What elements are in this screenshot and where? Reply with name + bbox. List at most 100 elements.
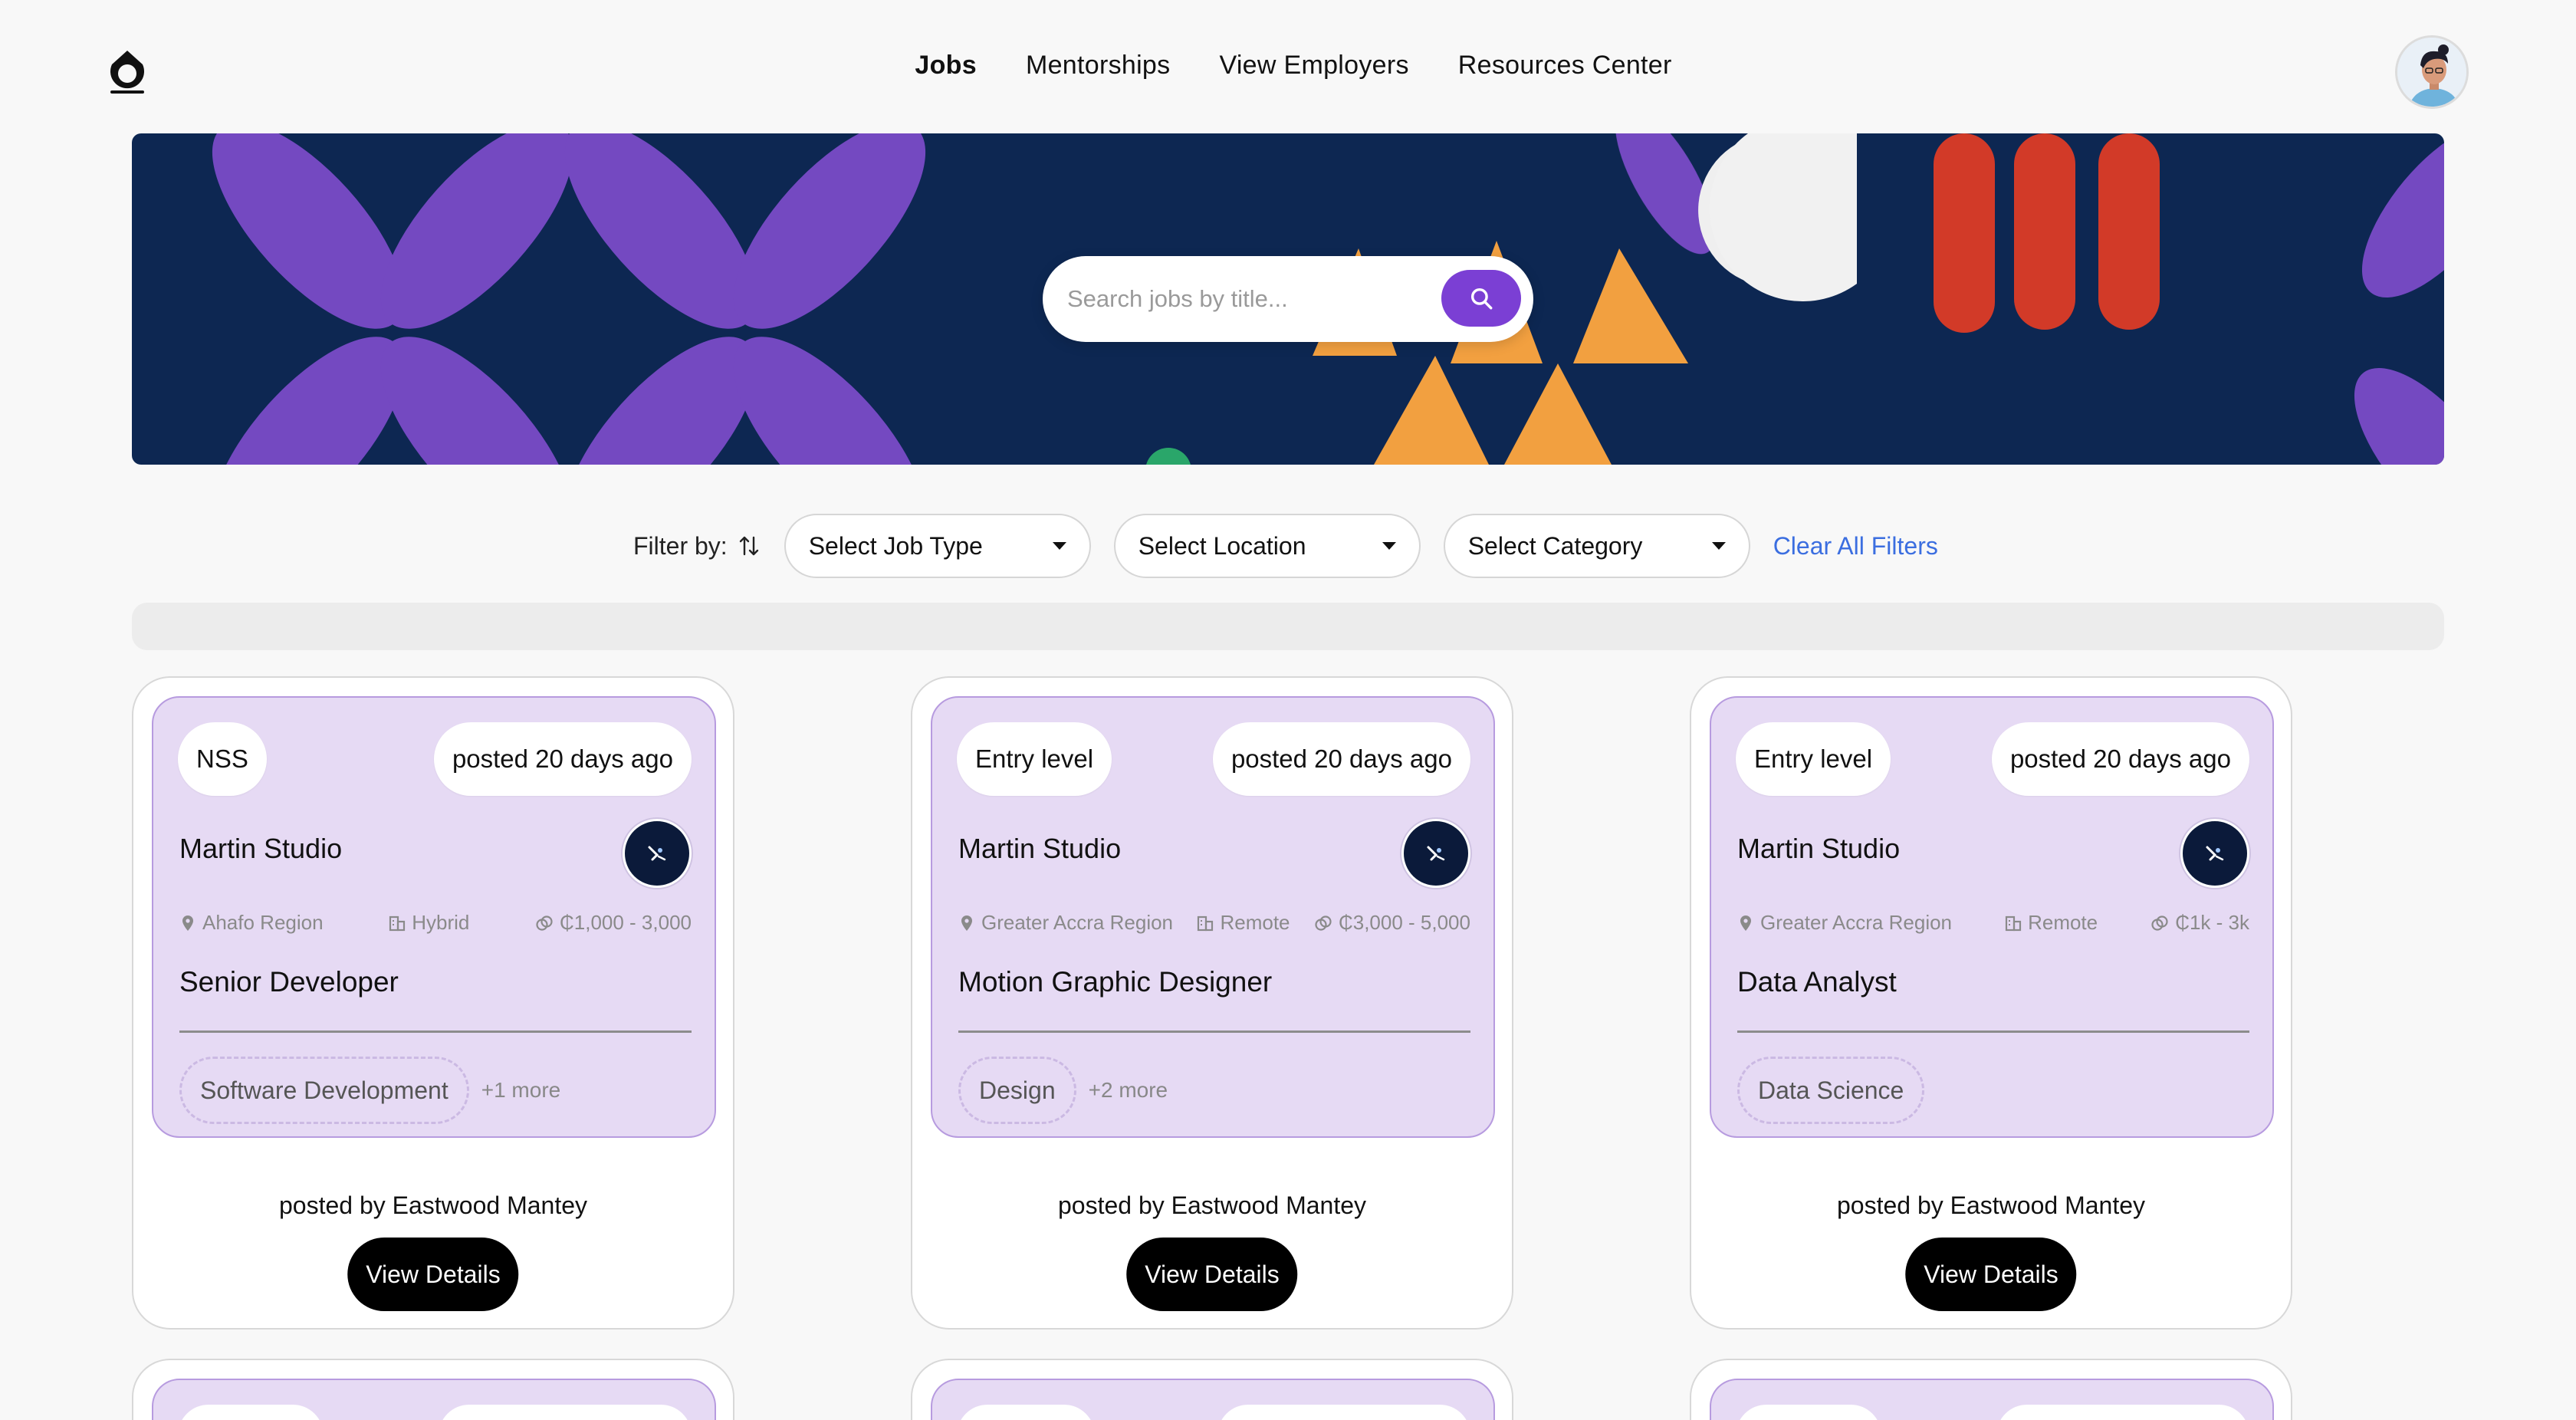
job-card[interactable]: Entry level posted 20 days ago Martin St… [911,676,1513,1330]
search-input[interactable] [1067,279,1420,319]
job-work-mode: Remote [1197,911,1290,935]
category-tag: Software Development [179,1057,469,1124]
job-card[interactable]: NSS posted 20 days ago Martin Studio Aha… [132,676,734,1330]
job-card[interactable]: Entry level posted 20 days ago Martin St… [1690,676,2292,1330]
building-icon [2005,915,2022,931]
job-card[interactable] [911,1359,1513,1420]
job-title: Data Analyst [1737,966,1897,998]
job-salary: ₵1k - 3k [2150,911,2249,935]
job-work-mode-text: Hybrid [412,911,470,934]
posted-date-badge: posted 20 days ago [433,722,692,796]
job-location-text: Greater Accra Region [981,911,1174,934]
chevron-down-icon [1711,542,1726,550]
category-tag: Design [958,1057,1076,1124]
coins-icon [536,915,553,931]
company-logo [623,819,692,888]
job-work-mode-text: Remote [2028,911,2098,934]
location-pin-icon [961,915,972,931]
more-tags-count: +2 more [1088,1078,1168,1102]
location-select-label: Select Location [1138,531,1306,560]
company-logo [1401,819,1470,888]
company-logo-icon [648,846,666,861]
experience-level-badge [178,1405,324,1420]
company-logo-icon [2206,846,2224,861]
view-details-button[interactable]: View Details [1126,1238,1298,1311]
company-logo-icon [1427,846,1445,861]
posted-by: posted by Eastwood Mantey [1836,1192,2145,1219]
job-card-summary [931,1379,1495,1420]
sort-arrows-icon[interactable] [738,534,760,557]
view-details-button[interactable]: View Details [347,1238,519,1311]
card-divider [958,1030,1470,1033]
filter-label-text: Filter by: [633,531,728,560]
building-icon [1198,915,1214,931]
job-salary-text: ₵1k - 3k [2175,911,2249,934]
job-salary: ₵3,000 - 5,000 [1314,911,1470,935]
view-details-button[interactable]: View Details [1905,1238,2077,1311]
job-location-text: Ahafo Region [202,911,324,934]
search-button[interactable] [1441,270,1521,327]
job-work-mode: Hybrid [389,911,469,935]
card-divider [179,1030,692,1033]
filter-label: Filter by: [633,532,760,560]
nav-view-employers[interactable]: View Employers [1219,51,1408,81]
company-logo [2180,819,2249,888]
company-name: Martin Studio [958,833,1122,864]
posted-date-badge [1217,1405,1470,1420]
job-type-select-label: Select Job Type [808,531,983,560]
nav-resources-center[interactable]: Resources Center [1458,51,1672,81]
job-card[interactable] [132,1359,734,1420]
experience-level-badge [1736,1405,1881,1420]
posted-date-badge: posted 20 days ago [1991,722,2249,796]
job-salary: ₵1,000 - 3,000 [535,911,692,935]
job-card-summary [152,1379,716,1420]
building-icon [389,915,406,931]
location-pin-icon [182,915,193,931]
experience-level-badge: Entry level [957,722,1112,796]
job-tags: Data Science [1737,1057,1937,1124]
posted-date-badge [1996,1405,2249,1420]
main-nav: Jobs Mentorships View Employers Resource… [0,51,2576,81]
experience-level-badge: NSS [178,722,267,796]
job-title: Motion Graphic Designer [958,966,1273,998]
posted-by: posted by Eastwood Mantey [278,1192,587,1219]
job-type-select[interactable]: Select Job Type [784,514,1091,578]
company-name: Martin Studio [179,833,343,864]
experience-level-badge: Entry level [1736,722,1891,796]
chevron-down-icon [1052,542,1066,550]
posted-date-badge [439,1405,692,1420]
job-location: Greater Accra Region [958,911,1173,935]
company-name: Martin Studio [1737,833,1901,864]
nav-jobs[interactable]: Jobs [915,51,977,81]
job-card-summary: NSS posted 20 days ago Martin Studio Aha… [152,696,716,1138]
job-work-mode-text: Remote [1220,911,1290,934]
job-tags: Design +2 more [958,1057,1168,1124]
category-tag: Data Science [1737,1057,1925,1124]
job-meta: Ahafo Region Hybrid ₵1,000 - 3,000 [179,911,692,935]
coins-icon [1315,915,1332,931]
job-card-summary: Entry level posted 20 days ago Martin St… [931,696,1495,1138]
job-card-summary: Entry level posted 20 days ago Martin St… [1710,696,2274,1138]
results-divider [132,603,2444,650]
posted-by: posted by Eastwood Mantey [1057,1192,1366,1219]
job-salary-text: ₵3,000 - 5,000 [1338,911,1470,934]
coins-icon [2151,915,2168,931]
job-card[interactable] [1690,1359,2292,1420]
job-meta: Greater Accra Region Remote ₵3,000 - 5,0… [958,911,1470,935]
category-select-label: Select Category [1467,531,1643,560]
job-location: Greater Accra Region [1737,911,1952,935]
job-search-bar [1043,256,1533,342]
job-location: Ahafo Region [179,911,324,935]
posted-date-badge: posted 20 days ago [1212,722,1470,796]
category-select[interactable]: Select Category [1443,514,1750,578]
clear-all-filters-link[interactable]: Clear All Filters [1773,532,1938,560]
chevron-down-icon [1382,542,1396,550]
job-salary-text: ₵1,000 - 3,000 [559,911,692,934]
job-meta: Greater Accra Region Remote ₵1k - 3k [1737,911,2249,935]
user-avatar[interactable] [2395,35,2469,109]
location-pin-icon [1740,915,1751,931]
nav-mentorships[interactable]: Mentorships [1026,51,1171,81]
card-divider [1737,1030,2249,1033]
location-select[interactable]: Select Location [1113,514,1421,578]
job-work-mode: Remote [2005,911,2098,935]
